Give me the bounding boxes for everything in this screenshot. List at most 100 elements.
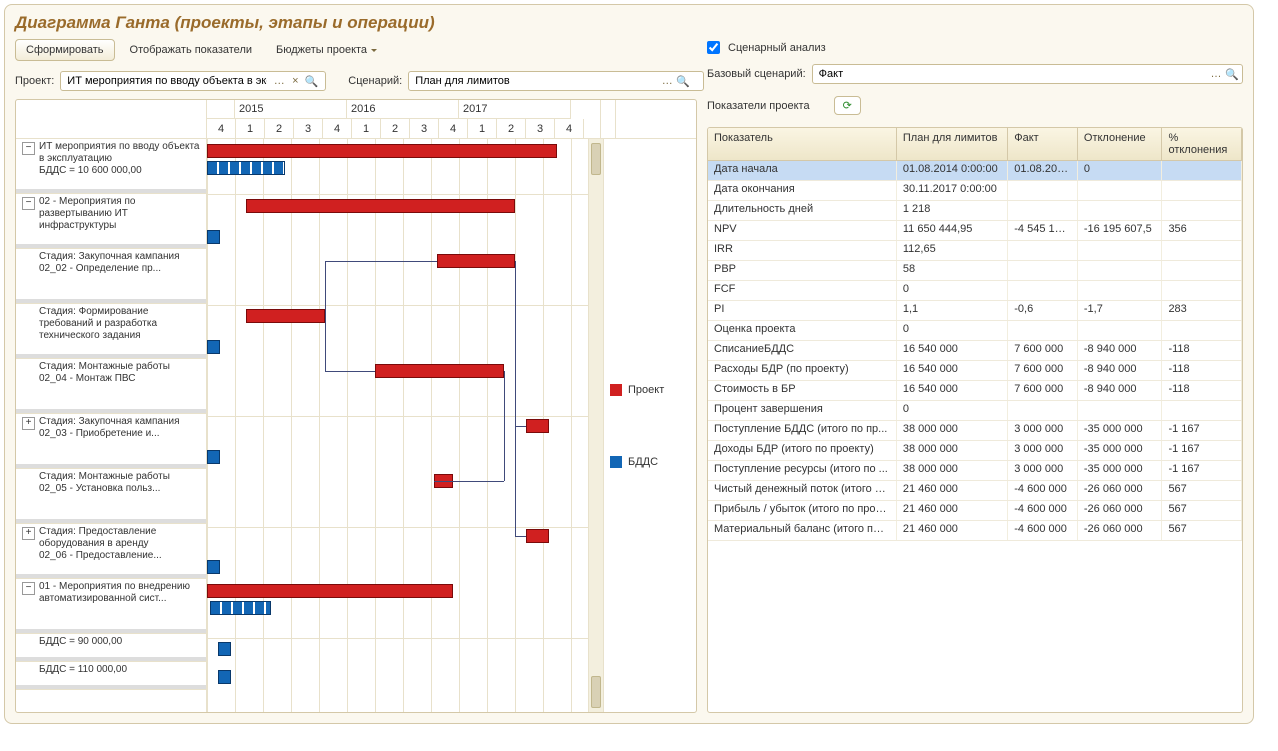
table-row[interactable]: Поступление ресурсы (итого по ...38 000 … [708,461,1242,481]
tree-row[interactable]: БДДС = 110 000,00 [16,662,206,690]
table-row[interactable]: Доходы БДР (итого по проекту)38 000 0003… [708,441,1242,461]
project-bar[interactable] [246,309,324,323]
bdds-bar[interactable] [207,230,220,244]
table-row[interactable]: Расходы БДР (по проекту)16 540 0007 600 … [708,361,1242,381]
table-row[interactable]: Процент завершения0 [708,401,1242,421]
table-row[interactable]: СписаниеБДДС16 540 0007 600 000-8 940 00… [708,341,1242,361]
search-icon[interactable]: 🔍 [303,73,319,89]
expander-icon[interactable]: − [22,582,35,595]
bdds-bar[interactable] [207,161,285,175]
bdds-bar[interactable] [218,642,231,656]
tree-row[interactable]: БДДС = 90 000,00 [16,634,206,662]
refresh-button[interactable]: ⟳ [834,96,861,115]
ellipsis-icon[interactable]: … [271,73,287,89]
search-icon[interactable]: 🔍 [1224,66,1240,82]
project-bar[interactable] [437,254,515,268]
table-row[interactable]: Прибыль / убыток (итого по прое...21 460… [708,501,1242,521]
project-bar[interactable] [207,144,557,158]
expander-icon[interactable]: − [22,142,35,155]
cell-pct: 356 [1162,221,1242,240]
gantt-scrollbar[interactable] [588,139,603,712]
col-indicator[interactable]: Показатель [708,128,897,160]
scenario-analysis-checkbox[interactable] [707,41,720,54]
table-row[interactable]: Дата начала01.08.2014 0:00:0001.08.2014.… [708,161,1242,181]
cell-fact [1008,241,1078,260]
cell-indicator: Процент завершения [708,401,897,420]
ellipsis-icon[interactable]: … [1208,66,1224,82]
project-bar[interactable] [246,199,515,213]
tree-row[interactable]: +Стадия: Закупочная кампания02_03 - Прио… [16,414,206,469]
cell-plan: 16 540 000 [897,361,1008,380]
cell-deviation: -35 000 000 [1078,461,1163,480]
col-fact[interactable]: Факт [1008,128,1078,160]
tree-label: Стадия: Закупочная кампания02_02 - Опред… [39,251,202,301]
legend-bdds: БДДС [610,456,690,468]
project-bar[interactable] [375,364,504,378]
cell-pct: -1 167 [1162,461,1242,480]
expander-icon[interactable]: − [22,197,35,210]
tree-row[interactable]: Стадия: Монтажные работы02_04 - Монтаж П… [16,359,206,414]
tree-row[interactable]: Стадия: Монтажные работы02_05 - Установк… [16,469,206,524]
table-row[interactable]: Оценка проекта0 [708,321,1242,341]
gantt-panel: 201520162017 4123412341234 −ИТ мероприят… [15,99,697,713]
ellipsis-icon[interactable]: … [659,73,675,89]
col-pct[interactable]: % отклонения [1162,128,1242,160]
bdds-bar[interactable] [207,340,220,354]
project-input-wrap: … × 🔍 [60,71,326,91]
tree-row[interactable]: Стадия: Закупочная кампания02_02 - Опред… [16,249,206,304]
cell-pct [1162,181,1242,200]
cell-plan: 0 [897,401,1008,420]
table-row[interactable]: PI1,1-0,6-1,7283 [708,301,1242,321]
base-scenario-input[interactable] [815,66,1208,82]
bdds-bar[interactable] [207,450,220,464]
cell-deviation: -26 060 000 [1078,521,1163,540]
scenario-input[interactable] [411,73,659,89]
cell-deviation [1078,281,1163,300]
cell-deviation: -35 000 000 [1078,441,1163,460]
table-row[interactable]: Чистый денежный поток (итого п...21 460 … [708,481,1242,501]
tree-row[interactable]: −01 - Мероприятия по внедрению автоматиз… [16,579,206,634]
bdds-bar[interactable] [218,670,231,684]
table-row[interactable]: FCF0 [708,281,1242,301]
cell-pct [1162,201,1242,220]
table-row[interactable]: Дата окончания30.11.2017 0:00:00 [708,181,1242,201]
expander-icon[interactable]: + [22,527,35,540]
col-deviation[interactable]: Отклонение [1078,128,1163,160]
table-row[interactable]: NPV11 650 444,95-4 545 162,...-16 195 60… [708,221,1242,241]
bdds-bar[interactable] [210,601,272,615]
tree-row[interactable]: +Стадия: Предоставление оборудования в а… [16,524,206,579]
gantt-chart[interactable] [207,139,588,712]
tree-row[interactable]: −ИТ мероприятия по вводу объекта в экспл… [16,139,206,194]
cell-fact: 01.08.2014... [1008,161,1078,180]
cell-pct: -1 167 [1162,441,1242,460]
clear-icon[interactable]: × [287,73,303,89]
tree-row[interactable]: −02 - Мероприятия по развертыванию ИТ ин… [16,194,206,249]
table-row[interactable]: PBP58 [708,261,1242,281]
blue-box-icon [610,456,622,468]
cell-deviation: -8 940 000 [1078,361,1163,380]
project-input[interactable] [63,73,271,89]
cell-deviation: -8 940 000 [1078,341,1163,360]
generate-button[interactable]: Сформировать [15,39,115,61]
expander-icon[interactable]: + [22,417,35,430]
search-icon[interactable]: 🔍 [675,73,691,89]
show-indicators-button[interactable]: Отображать показатели [121,39,261,61]
project-bar[interactable] [526,419,548,433]
table-row[interactable]: IRR112,65 [708,241,1242,261]
table-row[interactable]: Стоимость в БР16 540 0007 600 000-8 940 … [708,381,1242,401]
project-bar[interactable] [207,584,453,598]
cell-deviation [1078,181,1163,200]
budgets-dropdown[interactable]: Бюджеты проекта [267,39,382,61]
project-bar[interactable] [526,529,548,543]
col-plan[interactable]: План для лимитов [897,128,1008,160]
table-row[interactable]: Материальный баланс (итого по ...21 460 … [708,521,1242,541]
cell-fact [1008,261,1078,280]
cell-indicator: Дата начала [708,161,897,180]
tree-row[interactable]: Стадия: Формирование требований и разраб… [16,304,206,359]
bdds-bar[interactable] [207,560,220,574]
cell-plan: 38 000 000 [897,421,1008,440]
table-row[interactable]: Поступление БДДС (итого по пр...38 000 0… [708,421,1242,441]
table-row[interactable]: Длительность дней1 218 [708,201,1242,221]
legend-bdds-label: БДДС [628,456,658,468]
cell-indicator: Поступление ресурсы (итого по ... [708,461,897,480]
